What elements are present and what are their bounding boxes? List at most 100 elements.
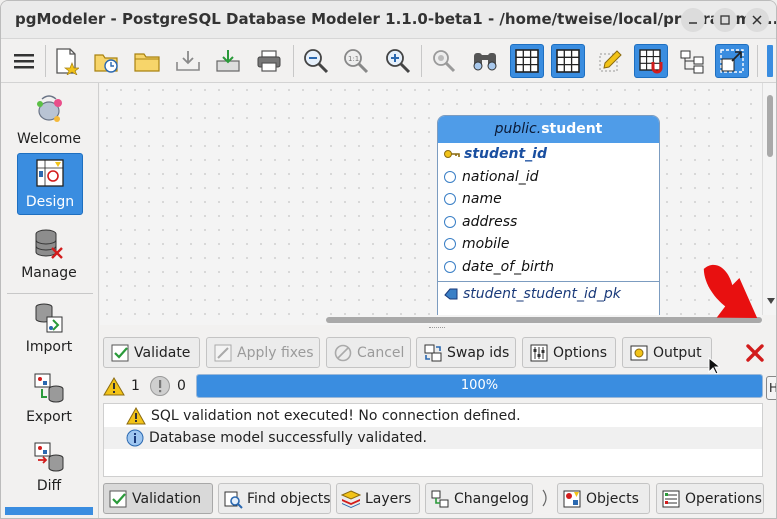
- column-row[interactable]: name: [438, 188, 659, 211]
- swap-ids-icon: [424, 344, 442, 361]
- close-panel-icon[interactable]: [744, 342, 766, 364]
- scroll-thumb[interactable]: [326, 317, 762, 323]
- tab-find-objects[interactable]: Find objects: [218, 483, 331, 514]
- print-icon: [257, 50, 281, 72]
- output-icon: [630, 345, 648, 360]
- sidebar-item-label: Design: [25, 194, 75, 210]
- column-icon: [444, 170, 456, 183]
- options-icon: [530, 344, 548, 361]
- tab-label: Layers: [365, 490, 412, 507]
- find-button[interactable]: [468, 44, 502, 78]
- zoom-reset-button[interactable]: 1:1: [339, 44, 373, 78]
- manage-icon: [35, 229, 63, 259]
- toolbar-overflow-indicator[interactable]: [767, 45, 773, 77]
- constraint-name: student_student_id_pk: [463, 286, 621, 302]
- column-icon: [444, 238, 456, 251]
- maximize-button[interactable]: [713, 8, 737, 32]
- print-button[interactable]: [252, 44, 286, 78]
- open-folder-button[interactable]: [130, 44, 164, 78]
- list-item[interactable]: Database model successfully validated.: [104, 427, 762, 449]
- menu-button[interactable]: [7, 44, 41, 78]
- fullscreen-toggle[interactable]: [715, 44, 749, 78]
- tab-validation[interactable]: Validation: [103, 483, 213, 514]
- maximize-icon: [720, 15, 730, 25]
- tab-separator-icon: [542, 489, 547, 507]
- apply-fixes-icon: [214, 344, 232, 361]
- options-button[interactable]: Options: [522, 337, 616, 368]
- scroll-thumb[interactable]: [767, 95, 773, 157]
- table-student[interactable]: public.student student_id national_id na…: [437, 115, 660, 315]
- sidebar: Welcome Design Manage Import Export Diff: [1, 83, 99, 518]
- canvas-horizontal-scrollbar[interactable]: [100, 315, 762, 325]
- close-window-button[interactable]: [745, 8, 769, 32]
- options-label: Options: [553, 344, 608, 361]
- minimize-icon: [689, 22, 697, 24]
- show-grid-toggle[interactable]: [510, 44, 544, 78]
- column-name: name: [462, 191, 502, 208]
- errors-count: 0: [177, 378, 186, 394]
- swap-ids-button[interactable]: Swap ids: [416, 337, 516, 368]
- column-row[interactable]: national_id: [438, 166, 659, 189]
- save-icon: [176, 51, 200, 71]
- sidebar-item-label: Export: [26, 409, 72, 425]
- import-icon: [35, 303, 63, 333]
- cancel-button[interactable]: Cancel: [326, 337, 411, 368]
- diff-icon: [34, 442, 64, 472]
- constraint-row[interactable]: student_student_id_pk: [438, 282, 659, 306]
- sidebar-item-manage[interactable]: Manage: [5, 227, 93, 281]
- warning-icon: [126, 407, 146, 425]
- column-icon: [444, 260, 456, 273]
- output-label: Output: [653, 344, 702, 361]
- info-icon: [126, 429, 144, 447]
- validate-button[interactable]: Validate: [103, 337, 200, 368]
- grid-icon: [515, 49, 539, 73]
- sidebar-item-export[interactable]: Export: [5, 371, 93, 425]
- sidebar-item-design[interactable]: Design: [17, 153, 83, 215]
- apply-fixes-label: Apply fixes: [237, 344, 314, 361]
- open-recent-button[interactable]: [89, 44, 123, 78]
- menu-icon: [14, 54, 34, 69]
- magnify-button[interactable]: [427, 44, 461, 78]
- model-canvas[interactable]: public.student student_id national_id na…: [100, 83, 762, 315]
- output-button[interactable]: Output: [622, 337, 712, 368]
- sidebar-item-diff[interactable]: Diff: [5, 440, 93, 494]
- tree-button[interactable]: [675, 44, 709, 78]
- tab-label: Objects: [586, 490, 639, 507]
- apply-fixes-button[interactable]: Apply fixes: [206, 337, 320, 368]
- sidebar-item-label: Import: [25, 339, 73, 355]
- column-row[interactable]: student_id: [438, 143, 659, 166]
- find-objects-icon: [224, 491, 243, 509]
- save-button[interactable]: [171, 44, 205, 78]
- sidebar-item-import[interactable]: Import: [5, 301, 93, 355]
- tab-objects[interactable]: Objects: [557, 483, 650, 514]
- pencil-grid-icon: [599, 50, 622, 72]
- design-icon: [36, 159, 64, 187]
- column-name: mobile: [462, 236, 510, 253]
- zoom-out-button[interactable]: [299, 44, 333, 78]
- zoom-in-button[interactable]: [381, 44, 415, 78]
- column-row[interactable]: date_of_birth: [438, 256, 659, 279]
- progress-label: 100%: [460, 378, 499, 393]
- new-model-button[interactable]: [49, 44, 83, 78]
- save-as-button[interactable]: [211, 44, 245, 78]
- errors-counter: 0: [149, 375, 186, 397]
- pencil-grid-button[interactable]: [593, 44, 627, 78]
- tab-changelog[interactable]: Changelog: [425, 483, 533, 514]
- sidebar-item-welcome[interactable]: Welcome: [5, 91, 93, 151]
- zoom-reset-icon: 1:1: [344, 49, 369, 74]
- panel-resize-grip[interactable]: [429, 327, 445, 330]
- tree-icon: [680, 50, 704, 74]
- minimize-button[interactable]: [681, 8, 705, 32]
- window-title: pgModeler - PostgreSQL Database Modeler …: [15, 10, 777, 28]
- sidebar-active-indicator: [5, 507, 93, 515]
- table-schema: public.: [494, 121, 542, 137]
- magnet-grid-toggle[interactable]: [634, 44, 668, 78]
- mouse-cursor-icon: [708, 357, 720, 375]
- list-item[interactable]: SQL validation not executed! No connecti…: [126, 405, 521, 427]
- tab-operations[interactable]: Operations: [656, 483, 764, 514]
- column-row[interactable]: mobile: [438, 233, 659, 256]
- tab-layers[interactable]: Layers: [336, 483, 420, 514]
- column-row[interactable]: address: [438, 211, 659, 234]
- align-grid-toggle[interactable]: [551, 44, 585, 78]
- save-as-icon: [216, 50, 240, 72]
